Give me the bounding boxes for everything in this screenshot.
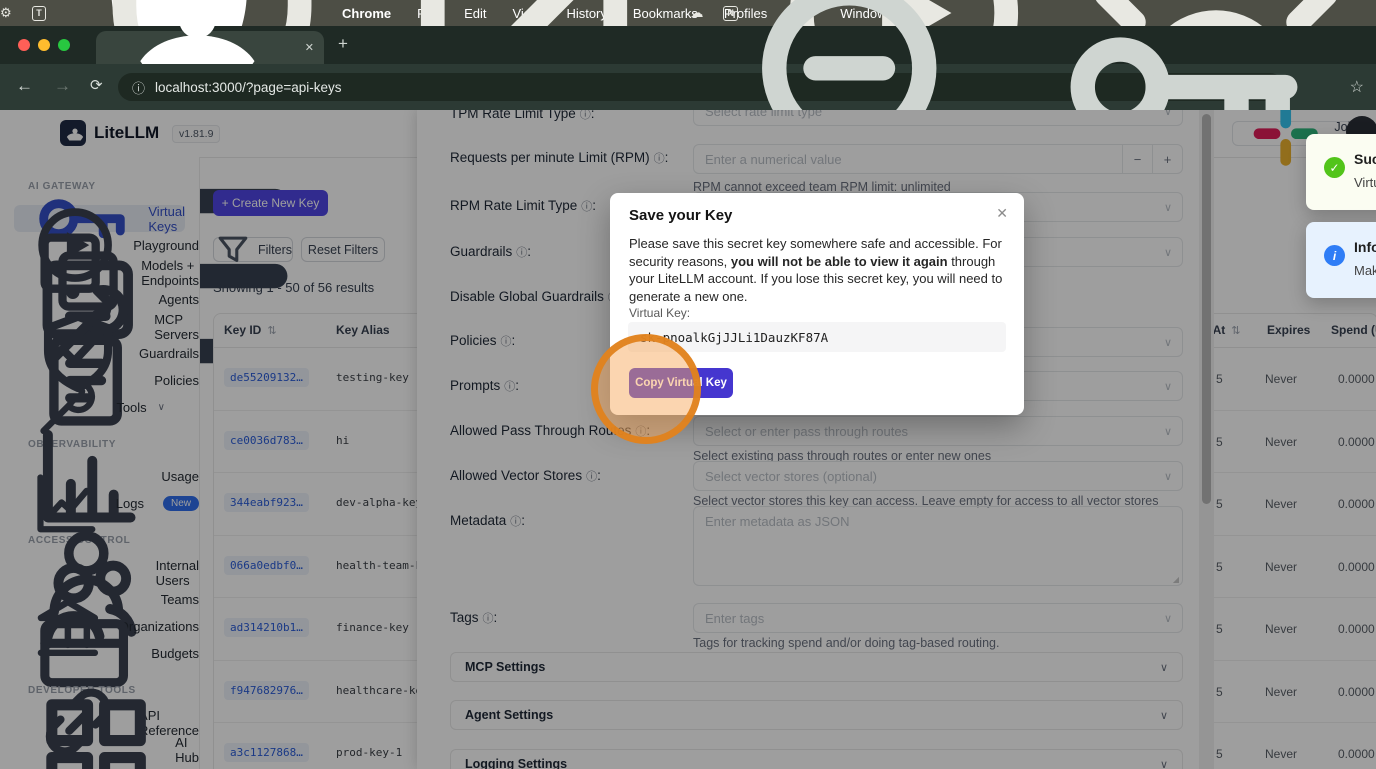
check-circle-icon: ✓ — [1324, 157, 1345, 178]
virtual-key-value-box: sk-pnoalkGjJJLi1DauzKF87A — [628, 322, 1006, 352]
modal-title: Save your Key — [629, 207, 733, 224]
close-icon[interactable]: ✕ — [996, 205, 1008, 222]
toast-title: Info — [1354, 239, 1376, 255]
bookmark-star-icon[interactable]: ☆ — [1350, 77, 1364, 97]
tab-litellm-dashboard[interactable]: LiteLLM Dashboard ✕ — [96, 1, 324, 87]
window-close-button[interactable] — [18, 39, 30, 51]
window-minimize-button[interactable] — [38, 39, 50, 51]
toast-body: Virtual — [1354, 175, 1376, 190]
modal-body-text: Please save this secret key somewhere sa… — [629, 236, 1003, 304]
site-info-icon[interactable]: ⓘ — [132, 78, 145, 97]
back-button[interactable]: ← — [16, 76, 33, 96]
reload-button[interactable]: ⟳ — [90, 76, 103, 94]
window-zoom-button[interactable] — [58, 39, 70, 51]
new-tab-button[interactable]: + — [338, 34, 348, 54]
browser-toolbar: ← → ⟳ ⓘ localhost:3000/?page=api-keys ☆ — [0, 0, 1376, 201]
settings-gear-icon[interactable]: ⚙ — [0, 5, 12, 21]
success-toast[interactable]: ✓ Success Virtual — [1306, 134, 1376, 210]
translate-icon[interactable]: T — [31, 5, 47, 21]
forward-button[interactable]: → — [54, 76, 71, 96]
url-text[interactable]: localhost:3000/?page=api-keys — [155, 80, 342, 95]
tab-close-icon[interactable]: ✕ — [305, 41, 314, 54]
info-circle-icon: i — [1324, 245, 1345, 266]
litellm-dashboard-page: LiteLLM v1.81.9 Join Slack AI GATEWAY Vi… — [0, 110, 1376, 769]
cloud-icon[interactable]: ☁ — [690, 5, 703, 21]
virtual-key-label: Virtual Key: — [629, 306, 691, 320]
toast-title: Success — [1354, 151, 1376, 167]
click-highlight-circle — [591, 334, 701, 444]
toast-body: Make — [1354, 263, 1376, 278]
toolbar-actions: ☆ — [718, 0, 1364, 201]
info-toast[interactable]: i Info Make — [1306, 222, 1376, 298]
